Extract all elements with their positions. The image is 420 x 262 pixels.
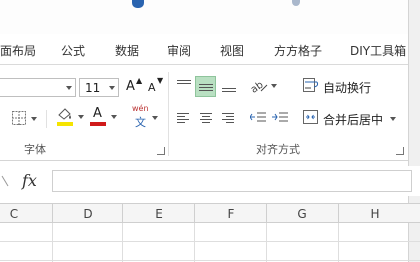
increase-indent-button[interactable] [270, 108, 290, 128]
align-center-icon [200, 111, 212, 125]
svg-text:ab: ab [249, 80, 266, 94]
wrap-text-icon [303, 78, 319, 92]
grow-font-button[interactable]: A ▲ [125, 76, 143, 97]
tab-fangfang-gezi[interactable]: 方方格子 [274, 42, 322, 59]
title-bar-glyph-right [292, 0, 300, 6]
align-middle-button[interactable] [195, 76, 216, 97]
tab-page-layout[interactable]: 面布局 [0, 42, 36, 59]
column-divider [52, 204, 53, 222]
formula-input[interactable] [52, 170, 412, 192]
align-left-icon [177, 111, 189, 125]
column-header-c[interactable]: C [4, 207, 24, 221]
column-header-e[interactable]: E [149, 207, 169, 221]
fx-label: fx [22, 171, 37, 190]
font-color-button[interactable]: A [89, 106, 121, 130]
align-top-icon [177, 78, 191, 86]
alignment-group-label: 对齐方式 [256, 143, 300, 156]
align-center-button[interactable] [197, 108, 217, 128]
tab-view[interactable]: 视图 [220, 42, 244, 59]
wrap-text-button[interactable]: 自动换行 [301, 76, 381, 96]
title-bar [0, 0, 420, 34]
align-bottom-icon [222, 86, 236, 94]
borders-icon [12, 111, 26, 125]
grow-font-label: A [126, 79, 135, 94]
shrink-font-button[interactable]: A ▼ [147, 76, 165, 97]
chevron-down-icon [78, 115, 84, 119]
tab-review[interactable]: 审阅 [167, 42, 191, 59]
title-bar-glyph [132, 0, 144, 8]
col-line [52, 223, 53, 262]
insert-function-button[interactable]: fx [14, 170, 48, 192]
phonetic-char: 文 [135, 116, 146, 129]
alignment-dialog-launcher[interactable] [396, 147, 404, 155]
align-right-button[interactable] [219, 108, 239, 128]
row-line [0, 241, 420, 242]
column-divider [266, 204, 267, 222]
col-line [338, 223, 339, 262]
chevron-down-icon [271, 84, 277, 88]
paint-bucket-icon [58, 108, 71, 120]
col-line [122, 223, 123, 262]
col-line [266, 223, 267, 262]
font-color-swatch [90, 122, 106, 126]
column-header-d[interactable]: D [78, 207, 98, 221]
fill-color-button[interactable] [55, 106, 87, 130]
column-divider [194, 204, 195, 222]
chevron-down-icon [111, 115, 117, 119]
align-top-button[interactable] [174, 76, 194, 96]
align-middle-icon [199, 82, 213, 93]
column-header-g[interactable]: G [292, 207, 312, 221]
chevron-down-icon [31, 117, 37, 121]
font-group-label: 字体 [24, 143, 46, 156]
shrink-font-caret: ▼ [157, 76, 164, 85]
tab-data[interactable]: 数据 [115, 42, 139, 59]
column-divider [122, 204, 123, 222]
column-divider [338, 204, 339, 222]
chevron-down-icon [152, 116, 158, 120]
chevron-down-icon [109, 86, 115, 90]
increase-indent-icon [272, 112, 288, 122]
font-size-value: 11 [85, 81, 101, 95]
font-color-glyph: A [93, 106, 102, 121]
group-separator [168, 72, 169, 156]
align-bottom-button[interactable] [219, 76, 239, 96]
merge-center-icon [303, 110, 318, 124]
fill-color-swatch [57, 122, 73, 126]
tab-formulas[interactable]: 公式 [61, 42, 85, 59]
column-header-h[interactable]: H [365, 207, 385, 221]
phonetic-guide-button[interactable]: wén 文 [130, 104, 162, 130]
font-size-dropdown[interactable]: 11 [79, 78, 119, 97]
borders-button[interactable] [10, 108, 38, 128]
shrink-font-label: A [148, 81, 156, 94]
chevron-down-icon [66, 86, 72, 90]
grow-font-caret: ▲ [136, 76, 143, 85]
row-line [0, 260, 420, 261]
font-dialog-launcher[interactable] [157, 147, 165, 155]
column-header-f[interactable]: F [221, 207, 241, 221]
merge-center-button[interactable]: 合并后居中 [301, 107, 405, 129]
separator [46, 110, 47, 128]
formula-bar-grip-icon [1, 175, 9, 187]
tab-diy-toolbox[interactable]: DIY工具箱 [350, 42, 406, 59]
phonetic-label: wén [132, 104, 149, 113]
col-line [194, 223, 195, 262]
orientation-button[interactable]: ab [247, 76, 281, 96]
chevron-down-icon [390, 117, 396, 121]
text-orientation-icon: ab [249, 80, 268, 94]
align-left-button[interactable] [174, 108, 194, 128]
ribbon-bottom-border [0, 160, 420, 161]
decrease-indent-icon [250, 112, 266, 122]
decrease-indent-button[interactable] [248, 108, 268, 128]
wrap-text-label: 自动换行 [323, 81, 372, 95]
font-name-dropdown[interactable] [0, 78, 76, 97]
align-right-icon [222, 111, 234, 125]
column-headers: C D E F G H [0, 203, 420, 223]
merge-center-label: 合并后居中 [323, 113, 384, 127]
worksheet-grid[interactable] [0, 223, 420, 262]
